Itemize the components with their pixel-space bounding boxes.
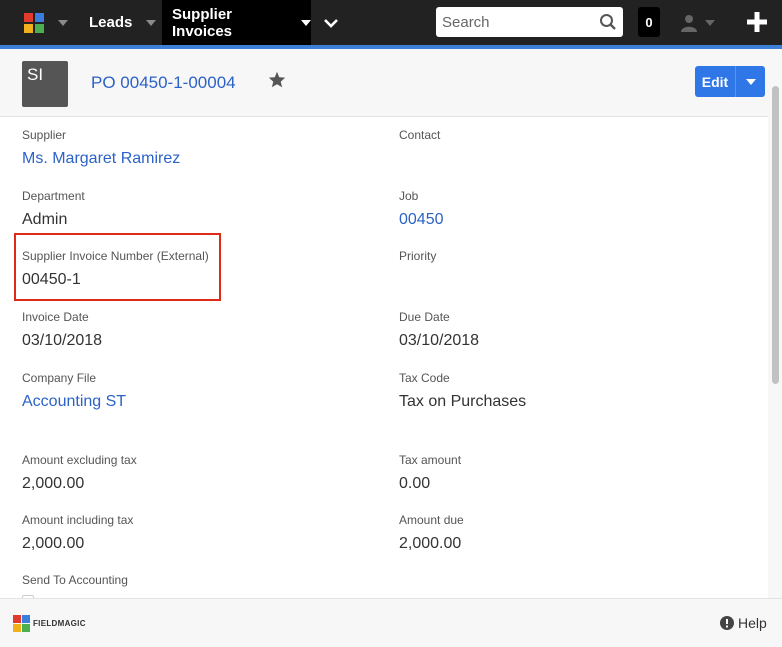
- field-amount-due: Amount due 2,000.00: [399, 513, 464, 554]
- field-label: Priority: [399, 249, 437, 263]
- help-label: Help: [738, 615, 767, 631]
- field-label: Supplier: [22, 128, 67, 142]
- field-label: Amount due: [399, 513, 464, 527]
- user-icon: [681, 14, 697, 32]
- footer-logo: FIELDMAGIC: [13, 615, 86, 632]
- app-logo-icon: [24, 12, 44, 33]
- chevron-down-icon: [324, 18, 338, 28]
- help-link[interactable]: Help: [720, 615, 767, 631]
- plus-icon[interactable]: [745, 10, 769, 34]
- field-supplier: Supplier Ms. Margaret Ramirez: [22, 128, 180, 169]
- field-value: 2,000.00: [22, 535, 85, 552]
- footer-brand: FIELDMAGIC: [33, 619, 86, 628]
- field-label: Send To Accounting: [22, 573, 128, 587]
- field-label: Tax amount: [399, 453, 462, 467]
- field-label: Tax Code: [399, 371, 450, 385]
- nav-tab-supplier-invoices[interactable]: Supplier Invoices: [162, 0, 311, 45]
- nav-tab-leads[interactable]: Leads: [78, 0, 162, 45]
- field-label: Supplier Invoice Number (External): [22, 249, 209, 263]
- scrollbar-thumb[interactable]: [772, 86, 779, 384]
- record-title[interactable]: PO 00450-1-00004: [91, 73, 236, 93]
- field-value: 2,000.00: [399, 535, 462, 552]
- chevron-down-icon: [301, 19, 311, 26]
- field-label: Amount excluding tax: [22, 453, 137, 467]
- field-value-link[interactable]: Ms. Margaret Ramirez: [22, 149, 180, 169]
- field-label: Due Date: [399, 310, 450, 324]
- field-value: 03/10/2018: [22, 332, 103, 349]
- field-label: Department: [22, 189, 85, 203]
- field-value: 2,000.00: [22, 475, 85, 492]
- field-amount-including-tax: Amount including tax 2,000.00: [22, 513, 133, 554]
- field-value: 0.00: [399, 475, 431, 492]
- search-input[interactable]: [442, 13, 592, 31]
- field-tax-code: Tax Code Tax on Purchases: [399, 371, 526, 412]
- nav-more-button[interactable]: [311, 0, 351, 45]
- field-due-date: Due Date 03/10/2018: [399, 310, 479, 351]
- record-avatar: SI: [22, 61, 68, 107]
- field-label: Company File: [22, 371, 97, 385]
- field-company-file: Company File Accounting ST: [22, 371, 126, 412]
- field-value: Admin: [22, 211, 68, 228]
- field-job: Job 00450: [399, 189, 444, 230]
- field-value: 03/10/2018: [399, 332, 480, 349]
- field-send-to-accounting: Send To Accounting: [22, 573, 128, 587]
- field-amount-excluding-tax: Amount excluding tax 2,000.00: [22, 453, 137, 494]
- chevron-down-icon: [58, 19, 68, 26]
- search-icon[interactable]: [599, 13, 617, 31]
- app-switcher-button[interactable]: [14, 0, 76, 45]
- field-value-link[interactable]: Accounting ST: [22, 392, 126, 412]
- field-label: Job: [399, 189, 419, 203]
- edit-button[interactable]: Edit: [695, 66, 735, 97]
- user-menu-button[interactable]: [681, 0, 715, 45]
- edit-button-group: Edit: [695, 66, 765, 97]
- app-logo-icon: [13, 615, 30, 632]
- field-contact: Contact: [399, 128, 440, 142]
- field-department: Department Admin: [22, 189, 85, 230]
- edit-dropdown-toggle[interactable]: [735, 66, 765, 97]
- field-label: Invoice Date: [22, 310, 89, 324]
- field-label: Amount including tax: [22, 513, 134, 527]
- field-priority: Priority: [399, 249, 436, 263]
- record-header: SI PO 00450-1-00004 Edit: [0, 49, 782, 117]
- field-label: Contact: [399, 128, 441, 142]
- nav-tab-label: Leads: [89, 14, 133, 31]
- chevron-down-icon: [745, 78, 756, 85]
- notification-badge[interactable]: 0: [638, 7, 660, 37]
- chevron-down-icon: [705, 19, 715, 26]
- help-icon: [720, 616, 734, 630]
- top-navbar: Leads Supplier Invoices 0: [0, 0, 782, 45]
- chevron-down-icon: [146, 19, 157, 26]
- search-box: [436, 7, 623, 37]
- star-icon[interactable]: [268, 71, 286, 88]
- nav-tab-label: Supplier Invoices: [172, 5, 233, 40]
- footer: FIELDMAGIC Help: [0, 598, 782, 647]
- field-value: Tax on Purchases: [399, 393, 527, 410]
- record-detail-panel: Supplier Ms. Margaret Ramirez Contact De…: [0, 118, 768, 598]
- field-value: 00450-1: [22, 271, 81, 288]
- field-supplier-invoice-number: Supplier Invoice Number (External) 00450…: [22, 249, 209, 290]
- field-tax-amount: Tax amount 0.00: [399, 453, 461, 494]
- field-invoice-date: Invoice Date 03/10/2018: [22, 310, 102, 351]
- field-value-link[interactable]: 00450: [399, 210, 444, 230]
